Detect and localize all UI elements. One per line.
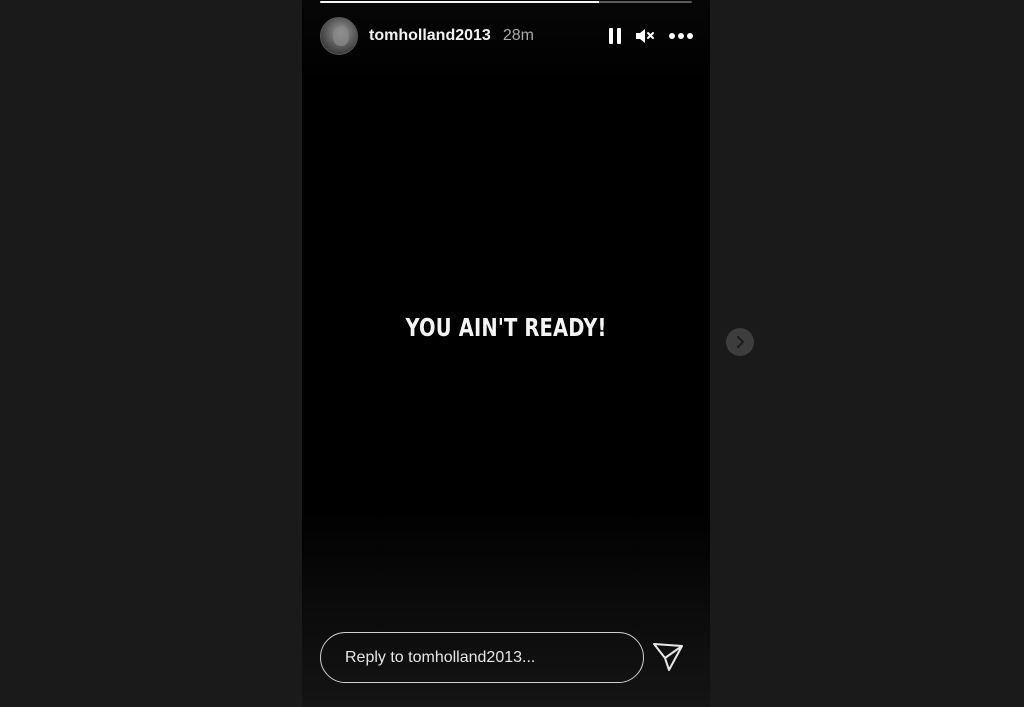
reply-placeholder: Reply to tomholland2013... (345, 648, 536, 666)
speaker-muted-icon (636, 29, 654, 43)
pause-icon (609, 28, 621, 44)
more-options-button[interactable] (668, 32, 694, 40)
reply-input[interactable]: Reply to tomholland2013... (320, 632, 644, 683)
story-progress-fill (320, 1, 599, 3)
next-story-button[interactable] (726, 328, 754, 356)
story-timestamp: 28m (502, 27, 534, 44)
story-header: tomholland2013 28m (320, 16, 694, 56)
story-caption-text: YOU AIN'T READY! (405, 313, 607, 342)
mute-button[interactable] (634, 27, 656, 45)
story-progress-bar (320, 1, 692, 3)
pause-button[interactable] (608, 27, 622, 45)
story-frame[interactable]: tomholland2013 28m YOU AIN'T READY! Repl… (302, 0, 710, 707)
story-viewer: tomholland2013 28m YOU AIN'T READY! Repl… (0, 0, 1024, 707)
more-dots-icon (669, 33, 693, 39)
story-controls (608, 27, 694, 45)
send-button[interactable] (652, 642, 684, 672)
send-paper-plane-icon (653, 643, 683, 671)
story-username[interactable]: tomholland2013 (369, 27, 491, 45)
profile-avatar[interactable] (320, 17, 358, 55)
chevron-right-icon (736, 335, 745, 349)
